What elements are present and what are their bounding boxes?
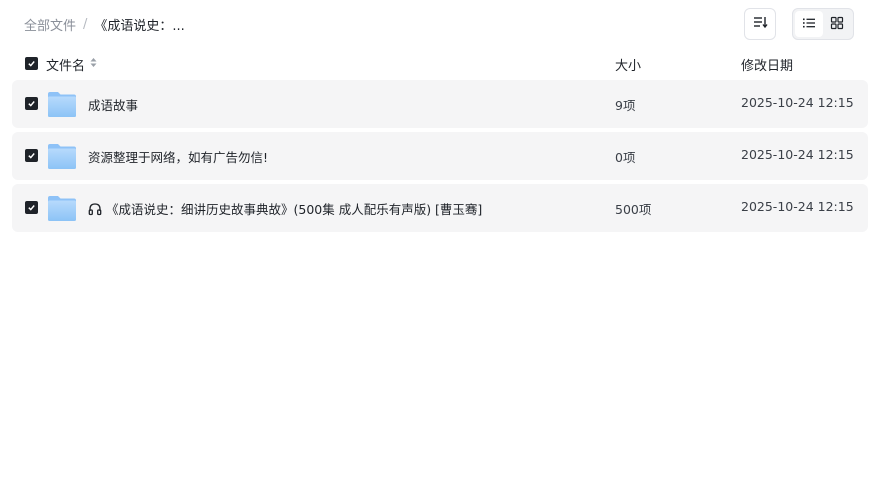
row-modified: 2025-10-24 12:15 xyxy=(741,147,854,162)
column-header-name-label: 文件名 xyxy=(46,59,86,74)
breadcrumb-root-link[interactable]: 全部文件 xyxy=(24,15,76,34)
column-header-size[interactable]: 大小 xyxy=(615,55,641,74)
row-size: 500项 xyxy=(615,202,652,217)
view-toggle xyxy=(792,8,854,40)
select-all-checkbox[interactable] xyxy=(25,57,38,70)
row-size: 0项 xyxy=(615,150,636,165)
row-modified: 2025-10-24 12:15 xyxy=(741,199,854,214)
sort-button[interactable] xyxy=(744,8,776,40)
grid-view-icon xyxy=(830,15,844,34)
breadcrumb-separator: / xyxy=(83,16,88,32)
row-checkbox[interactable] xyxy=(25,201,38,214)
table-row[interactable]: 成语故事 9项 2025-10-24 12:15 xyxy=(12,80,868,128)
folder-icon xyxy=(47,194,77,222)
folder-icon xyxy=(47,90,77,118)
sort-arrows-icon xyxy=(90,57,97,72)
column-header-modified[interactable]: 修改日期 xyxy=(741,55,793,74)
top-bar: 全部文件 / 《成语说史：... xyxy=(0,0,878,48)
list-view-icon xyxy=(802,15,816,34)
row-name-label: 成语故事 xyxy=(88,98,139,113)
row-name[interactable]: 成语故事 xyxy=(88,95,138,114)
list-view-button[interactable] xyxy=(795,11,823,37)
grid-view-button[interactable] xyxy=(823,11,851,37)
row-checkbox[interactable] xyxy=(25,149,38,162)
breadcrumb-current: 《成语说史：... xyxy=(94,18,185,34)
sort-icon xyxy=(752,14,768,34)
row-size: 9项 xyxy=(615,98,636,113)
folder-icon xyxy=(47,142,77,170)
table-header: 文件名 大小 修改日期 xyxy=(0,52,878,76)
row-name-label: 《成语说史：细讲历史故事典故》(500集 成人配乐有声版) [曹玉骞] xyxy=(106,202,483,217)
breadcrumb: 全部文件 / 《成语说史：... xyxy=(24,15,185,34)
row-modified: 2025-10-24 12:15 xyxy=(741,95,854,110)
headphones-icon xyxy=(88,202,102,216)
row-name-label: 资源整理于网络，如有广告勿信! xyxy=(88,150,269,165)
row-checkbox[interactable] xyxy=(25,97,38,110)
table-row[interactable]: 资源整理于网络，如有广告勿信! 0项 2025-10-24 12:15 xyxy=(12,132,868,180)
row-name[interactable]: 资源整理于网络，如有广告勿信! xyxy=(88,147,268,166)
table-row[interactable]: 《成语说史：细讲历史故事典故》(500集 成人配乐有声版) [曹玉骞] 500项… xyxy=(12,184,868,232)
column-header-name[interactable]: 文件名 xyxy=(46,55,97,74)
row-name[interactable]: 《成语说史：细讲历史故事典故》(500集 成人配乐有声版) [曹玉骞] xyxy=(88,199,482,218)
file-list: 成语故事 9项 2025-10-24 12:15 资源整理于网络，如有广告勿信!… xyxy=(12,80,868,236)
